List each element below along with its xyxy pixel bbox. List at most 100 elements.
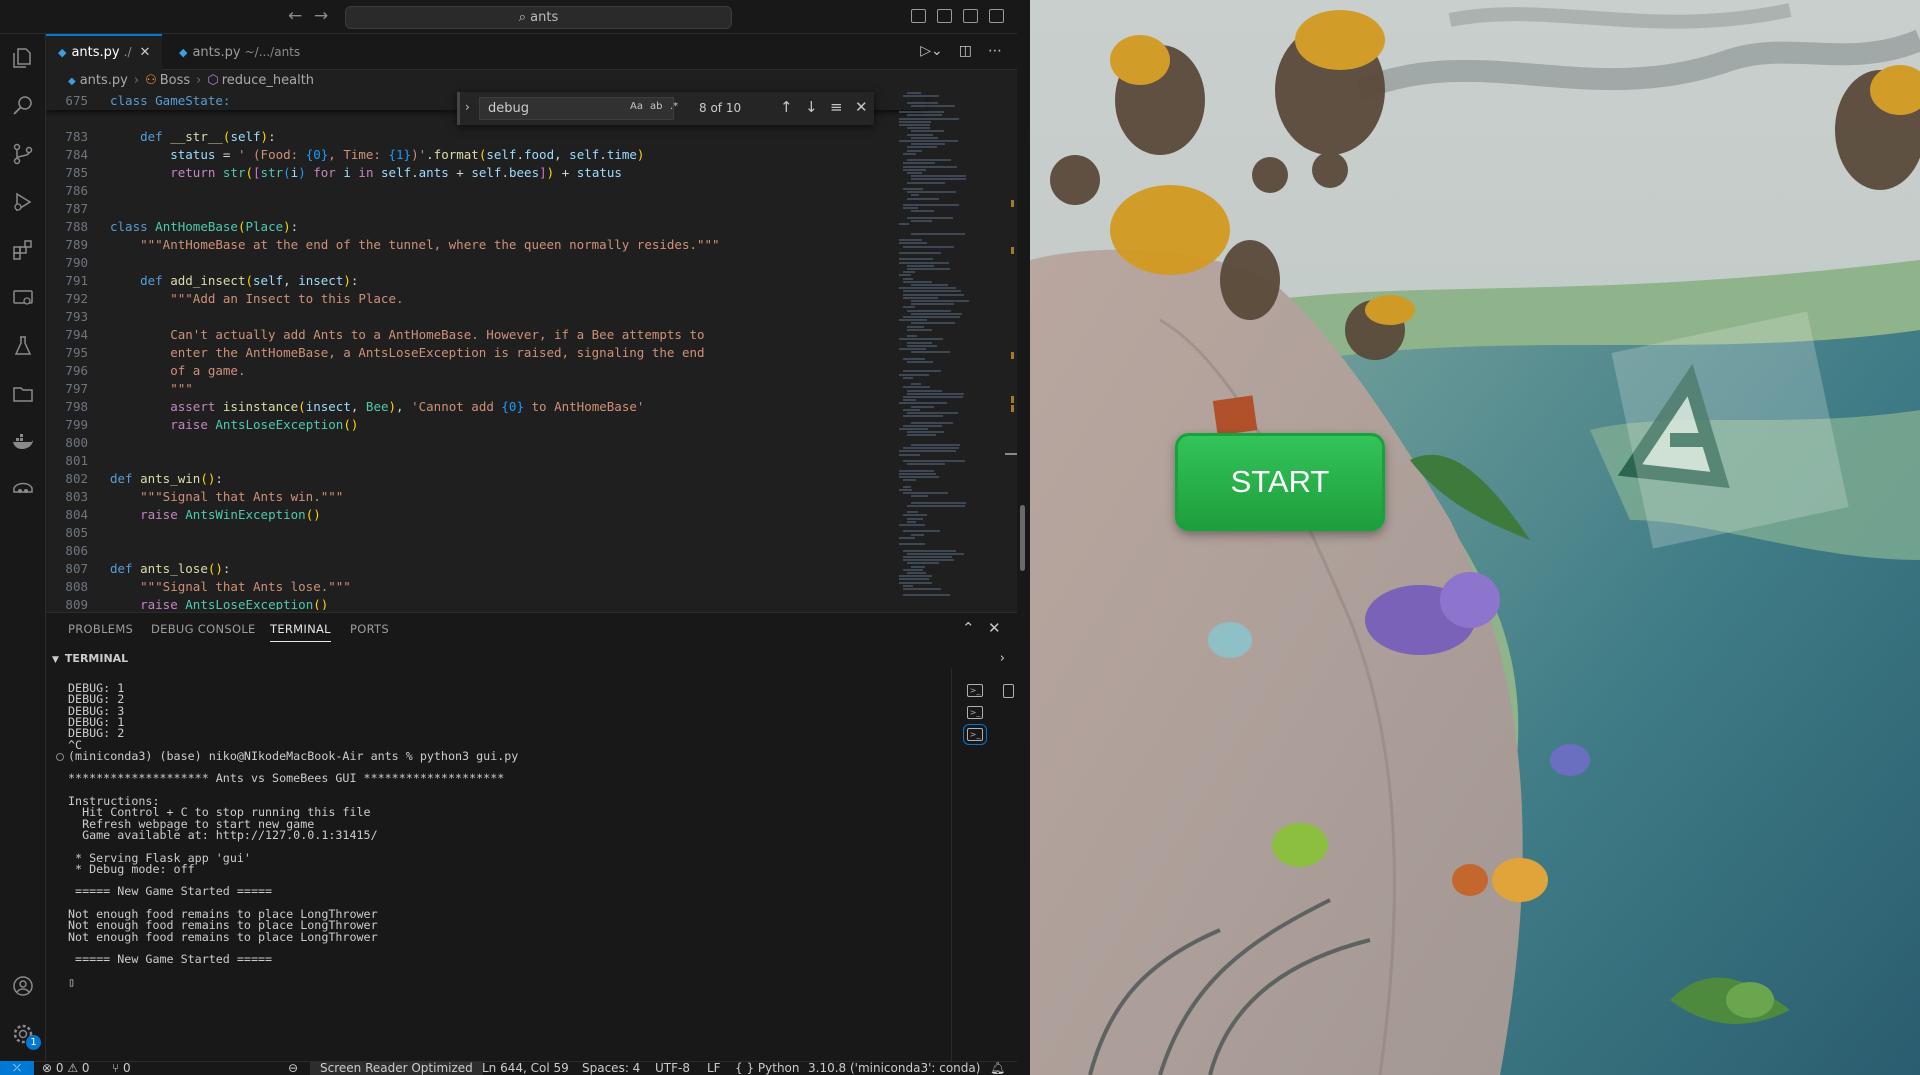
match-case-toggle[interactable]: Aa [630,101,643,112]
gitlens-icon[interactable] [11,478,35,502]
minimap-line [907,552,964,555]
python-file-icon: ◆ [179,46,188,59]
minimap-line [907,101,938,104]
terminal-instance-icon[interactable]: >_ [963,724,987,745]
tab-debug-console[interactable]: DEBUG CONSOLE [151,622,256,636]
minimap-line [907,517,923,520]
chevron-right-icon[interactable]: › [1000,648,1005,670]
notifications-bell-icon[interactable]: 🔔︎ [990,1061,1005,1075]
docker-icon[interactable] [11,430,35,454]
remote-indicator-icon[interactable]: ⤫ [0,1061,34,1075]
find-in-selection-icon[interactable]: ≡ [830,98,843,116]
code-line: 783 def __str__(self): [65,129,276,144]
close-icon[interactable]: ✕ [855,98,868,116]
start-button[interactable]: START [1175,433,1385,531]
toggle-panel-icon[interactable] [937,9,952,23]
command-center-search[interactable]: ⌕ ants [345,6,732,29]
terminal-line: (miniconda3) (base) niko@NIkodeMacBook-A… [55,748,519,763]
minimap-line [907,341,932,344]
terminal-line: ===== New Game Started ===== [68,884,273,899]
screen-reader-status[interactable]: Screen Reader Optimized [310,1061,483,1075]
terminal-instance-icon[interactable]: >_ [967,684,983,697]
code-line: 799 raise AntsLoseException() [65,417,359,432]
minimap-line [911,210,934,213]
minimap-line [911,178,967,181]
tab-problems[interactable]: PROBLEMS [68,622,133,636]
terminal-section-header[interactable]: ▼ TERMINAL › [46,648,1017,670]
zoom-icon[interactable]: ⊖ [288,1061,298,1075]
tab-ants-py-other[interactable]: ◆ ants.py ~/.../ants [167,34,312,70]
terminal-line: * Debug mode: off [68,861,195,876]
find-input[interactable] [479,97,674,120]
minimap-line [907,149,923,152]
breadcrumb-class[interactable]: Boss [160,73,190,88]
breadcrumb-file[interactable]: ants.py [80,73,128,88]
tab-ants-py-local[interactable]: ◆ ants.py ./ ✕ [46,34,163,70]
testing-icon[interactable] [11,334,35,358]
remote-explorer-icon[interactable] [11,286,35,310]
find-match-marker [1011,200,1014,207]
terminal-menu-icon[interactable] [1003,684,1014,698]
extensions-icon[interactable] [11,238,35,262]
customize-layout-icon[interactable] [989,9,1004,23]
regex-toggle[interactable]: .* [670,101,678,112]
chevron-down-icon: ▼ [52,655,59,665]
toggle-primary-sidebar-icon[interactable] [911,9,926,23]
indentation-status[interactable]: Spaces: 4 [582,1061,640,1075]
python-interpreter[interactable]: 3.10.8 ('miniconda3': conda) [808,1061,980,1075]
language-mode[interactable]: { } Python [735,1061,800,1075]
source-control-icon[interactable] [11,142,35,166]
breadcrumb-method[interactable]: reduce_health [222,73,314,88]
back-button[interactable]: ← [288,6,302,26]
next-match-icon[interactable]: ↓ [805,98,818,116]
minimap-line [907,392,964,395]
terminal-output[interactable]: DEBUG: 1 DEBUG: 2 DEBUG: 3 DEBUG: 1 DEBUG: 2… [55,681,968,1061]
window-divider[interactable] [1017,0,1030,1075]
eol-status[interactable]: LF [707,1061,721,1075]
maximize-panel-icon[interactable]: ⌃ [962,619,975,637]
minimap[interactable] [895,92,1005,610]
previous-match-icon[interactable]: ↑ [780,98,793,116]
code-line: 801 [65,453,88,468]
minimap-line [899,536,915,539]
run-debug-icon[interactable] [11,190,35,214]
minimap-line [911,194,920,197]
whole-word-toggle[interactable]: ab [650,101,662,112]
encoding-status[interactable]: UTF-8 [655,1061,690,1075]
toggle-secondary-sidebar-icon[interactable] [963,9,978,23]
terminal-instance-icon[interactable]: >_ [967,706,983,719]
minimap-line [911,175,967,178]
minimap-line [903,376,913,379]
chevron-right-icon[interactable]: › [465,100,470,114]
search-icon[interactable] [11,94,35,118]
cursor-position[interactable]: Ln 644, Col 59 [482,1061,569,1075]
folder-icon[interactable] [11,382,35,406]
minimap-line [899,450,956,453]
tab-terminal[interactable]: TERMINAL [270,622,331,642]
run-python-icon[interactable]: ▷⌄ [920,43,943,59]
minimap-line [907,520,916,523]
resize-handle[interactable] [1020,505,1025,571]
tab-label: ants.py [71,45,120,60]
editor-tabs: ◆ ants.py ./✕ ◆ ants.py ~/.../ants ▷⌄ ◫ ⋯ [46,34,1017,70]
minimap-line [907,412,959,414]
minimap-line [903,415,944,418]
minimap-line [903,460,965,462]
ports-status[interactable]: ⑂ 0 [112,1061,131,1075]
minimap-line [903,396,964,398]
problems-status[interactable]: ⊗ 0 ⚠ 0 [42,1061,90,1075]
close-icon[interactable]: ✕ [988,619,1001,637]
accounts-icon[interactable] [11,974,35,998]
minimap-line [907,172,923,174]
minimap-line [911,405,935,408]
editor-scrollbar[interactable] [1005,92,1017,610]
minimap-line [911,533,924,536]
forward-button[interactable]: → [314,6,328,26]
minimap-line [899,140,958,142]
tab-ports[interactable]: PORTS [350,622,389,636]
more-actions-icon[interactable]: ⋯ [988,43,1002,59]
explorer-icon[interactable] [11,46,35,70]
split-editor-icon[interactable]: ◫ [959,43,972,59]
code-editor[interactable]: 783 def __str__(self): 784 status = ' (F… [46,92,1017,610]
close-icon[interactable]: ✕ [139,45,150,60]
